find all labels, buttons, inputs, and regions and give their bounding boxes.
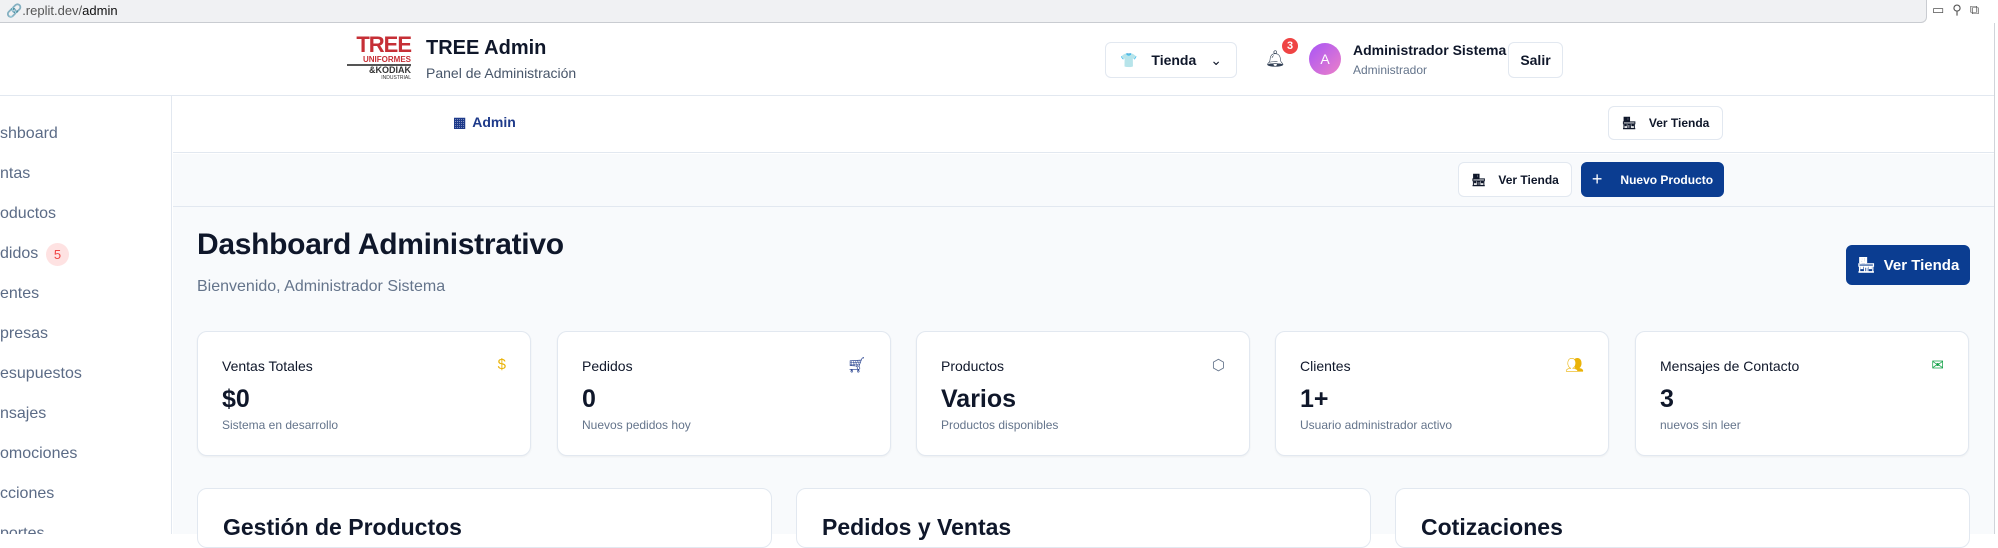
stat-subtext: Productos disponibles bbox=[941, 418, 1059, 432]
stat-card-clientes: Clientes 👥︎ 1+ Usuario administrador act… bbox=[1275, 331, 1609, 456]
nav-bar: ▦ Admin 🏪︎ Ver Tienda bbox=[173, 96, 1994, 153]
section-title: Cotizaciones bbox=[1421, 514, 1563, 540]
sidebar-item-dashboard[interactable]: shboard bbox=[0, 125, 58, 143]
stat-label: Pedidos bbox=[582, 358, 633, 374]
stat-subtext: Usuario administrador activo bbox=[1300, 418, 1453, 432]
section-title: Pedidos y Ventas bbox=[822, 514, 1012, 540]
sidebar: shboard ntas oductos didos 5 entes presa… bbox=[0, 96, 172, 534]
toolbar: 🏪︎ Ver Tienda + Nuevo Producto bbox=[173, 154, 1994, 207]
sidebar-item-mensajes[interactable]: nsajes bbox=[0, 405, 46, 423]
sidebar-item-promociones[interactable]: omociones bbox=[0, 445, 77, 463]
ver-tienda-toolbar-button[interactable]: 🏪︎ Ver Tienda bbox=[1458, 162, 1572, 197]
sidebar-item-empresas[interactable]: presas bbox=[0, 325, 48, 343]
scrollbar[interactable] bbox=[1994, 23, 1998, 534]
top-header: TREE UNIFORMES &KODIAK INDUSTRIAL TREE A… bbox=[0, 23, 1994, 96]
stat-card-productos: Productos ⬡ Varios Productos disponibles bbox=[916, 331, 1250, 456]
ver-tienda-label: Ver Tienda bbox=[1498, 172, 1559, 187]
sidebar-item-secciones[interactable]: cciones bbox=[0, 485, 54, 503]
users-icon: 👥︎ bbox=[1564, 357, 1584, 374]
stat-label: Productos bbox=[941, 358, 1005, 374]
devices-icon[interactable]: ▭ bbox=[1932, 2, 1952, 17]
pedidos-badge: 5 bbox=[46, 243, 69, 266]
app-subtitle: Panel de Administración bbox=[426, 65, 577, 81]
bell-icon[interactable]: 🔔︎ bbox=[1265, 49, 1285, 69]
notification-badge: 3 bbox=[1282, 38, 1298, 54]
sidebar-item-presupuestos[interactable]: esupuestos bbox=[0, 365, 82, 383]
section-gestion-productos: Gestión de Productos bbox=[197, 488, 772, 548]
ver-tienda-label: Ver Tienda bbox=[1883, 256, 1960, 274]
sidebar-item-productos[interactable]: oductos bbox=[0, 205, 56, 223]
stat-value: $0 bbox=[222, 385, 250, 413]
open-external-icon[interactable]: ⧉ bbox=[1970, 2, 1987, 17]
user-role: Administrador bbox=[1353, 63, 1428, 77]
stat-value: 3 bbox=[1660, 385, 1674, 413]
package-icon: ⬡ bbox=[1211, 357, 1225, 374]
stat-card-ventas: Ventas Totales $ $0 Sistema en desarroll… bbox=[197, 331, 531, 456]
sidebar-item-reportes[interactable]: portes bbox=[0, 525, 44, 534]
stat-label: Mensajes de Contacto bbox=[1660, 358, 1800, 374]
address-bar[interactable]: 🔗.replit.dev/admin bbox=[0, 0, 1927, 23]
sidebar-item-clientes[interactable]: entes bbox=[0, 285, 39, 303]
plus-icon: + bbox=[1591, 169, 1603, 189]
stat-card-mensajes: Mensajes de Contacto ✉ 3 nuevos sin leer bbox=[1635, 331, 1969, 456]
section-cotizaciones: Cotizaciones bbox=[1395, 488, 1970, 548]
stat-value: 1+ bbox=[1300, 385, 1329, 413]
ver-tienda-label: Ver Tienda bbox=[1648, 116, 1710, 130]
store-select-label: Tienda bbox=[1151, 52, 1197, 68]
logout-button[interactable]: Salir bbox=[1508, 42, 1563, 78]
cart-icon: 🛒︎ bbox=[846, 357, 866, 374]
dollar-icon: $ bbox=[497, 356, 506, 373]
nuevo-producto-button[interactable]: + Nuevo Producto bbox=[1581, 162, 1724, 197]
stat-label: Clientes bbox=[1300, 358, 1351, 374]
stat-subtext: Sistema en desarrollo bbox=[222, 418, 339, 432]
url-prefix: .replit.dev/ bbox=[22, 3, 83, 18]
stat-value: Varios bbox=[941, 385, 1017, 413]
stat-subtext: Nuevos pedidos hoy bbox=[582, 418, 691, 432]
nuevo-producto-label: Nuevo Producto bbox=[1620, 172, 1714, 187]
mail-icon: ✉ bbox=[1931, 357, 1944, 374]
user-name: Administrador Sistema bbox=[1353, 42, 1507, 58]
chevron-down-icon: ⌄ bbox=[1210, 51, 1223, 68]
store-icon: 🏪︎ bbox=[1856, 257, 1876, 274]
building-icon: ▦ bbox=[453, 114, 467, 130]
logo: TREE UNIFORMES &KODIAK INDUSTRIAL bbox=[347, 34, 412, 83]
browser-tools: ▭⚲⧉ bbox=[1932, 2, 1987, 18]
shirt-icon: 👕 bbox=[1119, 51, 1138, 68]
ver-tienda-main-button[interactable]: 🏪︎ Ver Tienda bbox=[1846, 245, 1970, 285]
sidebar-item-pedidos[interactable]: didos bbox=[0, 245, 38, 263]
welcome-text: Bienvenido, Administrador Sistema bbox=[197, 278, 446, 295]
link-icon: 🔗 bbox=[6, 3, 23, 18]
stat-subtext: nuevos sin leer bbox=[1660, 418, 1741, 432]
admin-link-label: Admin bbox=[472, 114, 516, 130]
store-icon: 🏪︎ bbox=[1471, 172, 1487, 187]
stat-value: 0 bbox=[582, 385, 596, 413]
page-title: Dashboard Administrativo bbox=[197, 228, 564, 261]
ver-tienda-nav-button[interactable]: 🏪︎ Ver Tienda bbox=[1608, 106, 1723, 140]
app-title: TREE Admin bbox=[426, 37, 547, 59]
wrench-icon[interactable]: ⚲ bbox=[1952, 2, 1970, 17]
sidebar-item-ventas[interactable]: ntas bbox=[0, 165, 30, 183]
stat-label: Ventas Totales bbox=[222, 358, 313, 374]
admin-link[interactable]: ▦ Admin bbox=[453, 114, 516, 131]
avatar[interactable]: A bbox=[1309, 43, 1341, 75]
section-title: Gestión de Productos bbox=[223, 514, 462, 540]
store-select[interactable]: 👕 Tienda ⌄ bbox=[1105, 42, 1237, 78]
url-path: admin bbox=[82, 3, 118, 18]
section-pedidos-ventas: Pedidos y Ventas bbox=[796, 488, 1371, 548]
store-icon: 🏪︎ bbox=[1621, 116, 1637, 130]
stat-card-pedidos: Pedidos 🛒︎ 0 Nuevos pedidos hoy bbox=[557, 331, 891, 456]
